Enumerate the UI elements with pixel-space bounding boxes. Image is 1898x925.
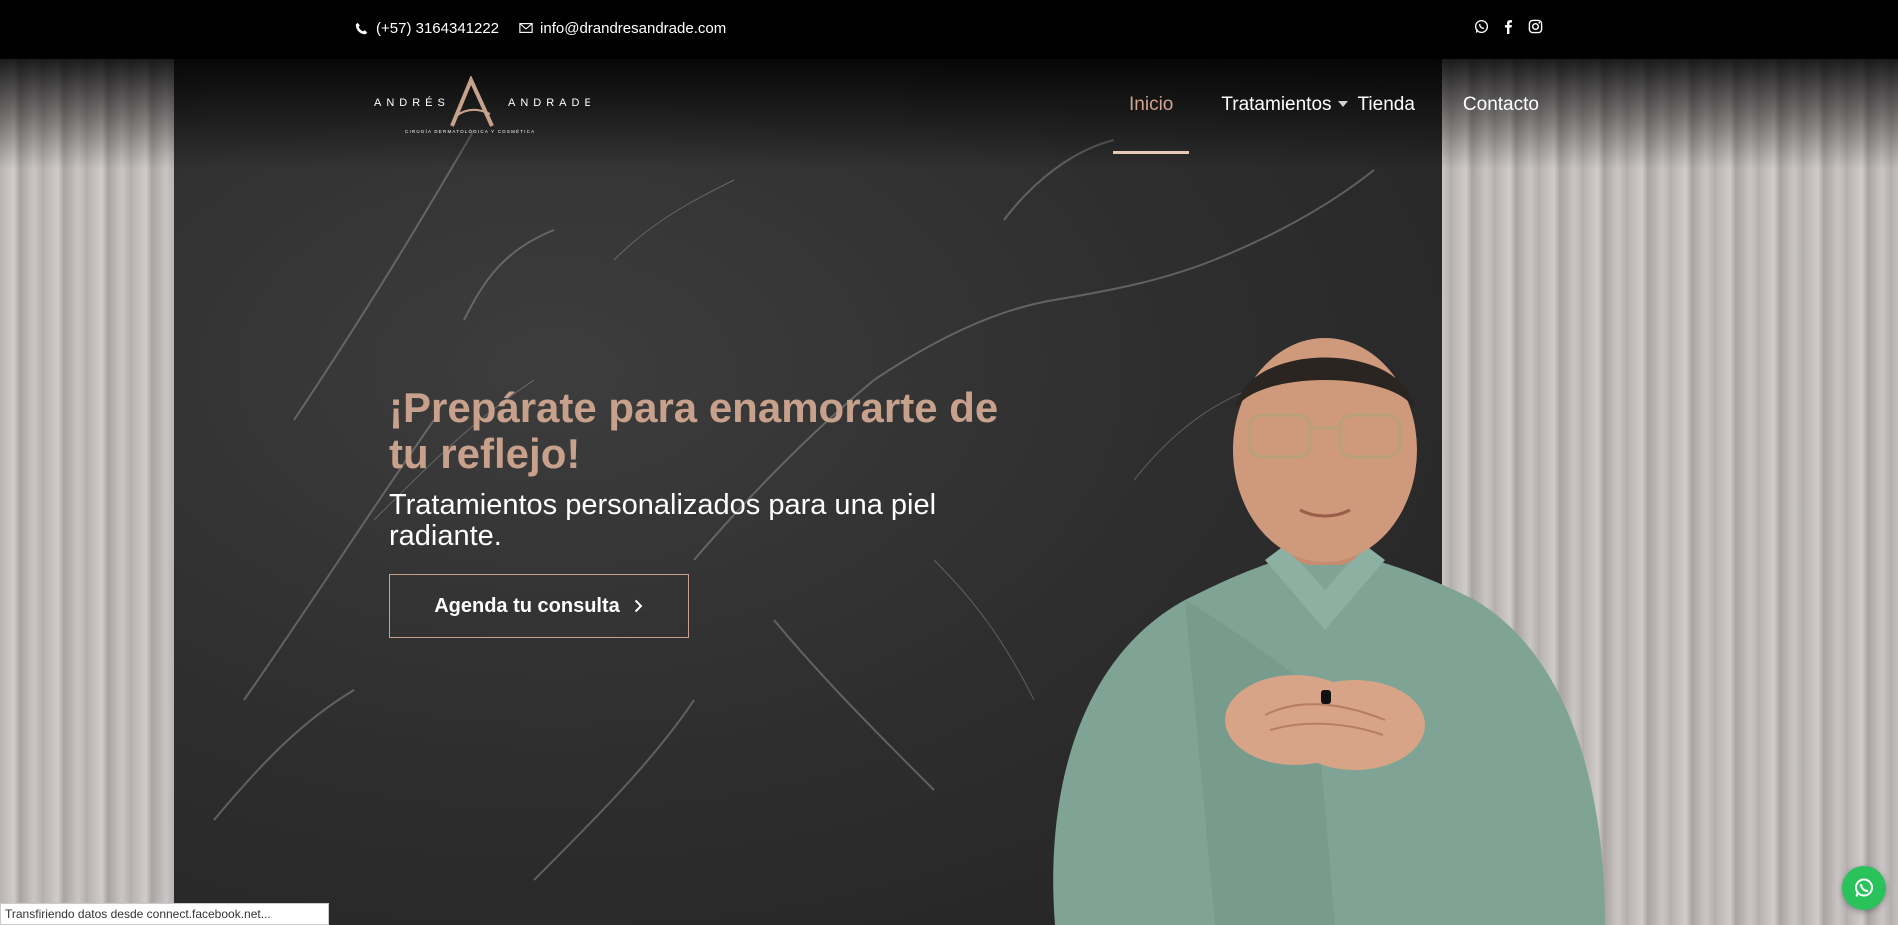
header-gradient (0, 59, 1898, 169)
browser-status-bar: Transfiriendo datos desde connect.facebo… (0, 903, 329, 925)
caret-down-icon (1337, 94, 1348, 114)
nav-item-tienda[interactable]: Tienda (1348, 90, 1431, 154)
mail-icon (519, 22, 533, 36)
site-logo[interactable]: ANDRÉS ANDRADE CIRUGÍA DERMATOLÓGICA Y C… (372, 74, 592, 136)
book-consultation-button[interactable]: Agenda tu consulta (389, 574, 689, 638)
nav-label: Contacto (1462, 94, 1539, 115)
social-links (1474, 19, 1543, 34)
whatsapp-icon (1852, 876, 1876, 900)
nav-label: Tratamientos (1221, 94, 1332, 115)
nav-item-contacto[interactable]: Contacto (1447, 90, 1555, 154)
cta-label: Agenda tu consulta (434, 594, 620, 617)
logo-first-name: ANDRÉS (374, 96, 450, 109)
email-address: info@drandresandrade.com (540, 20, 727, 37)
phone-link[interactable]: (+57) 3164341222 (355, 20, 499, 37)
doctor-portrait (1053, 338, 1605, 925)
facebook-icon[interactable] (1501, 19, 1516, 34)
hero-title: ¡Prepárate para enamorarte de tu reflejo… (389, 384, 999, 477)
whatsapp-chat-button[interactable] (1842, 866, 1886, 910)
logo-last-name: ANDRADE (508, 97, 590, 109)
logo-tagline: CIRUGÍA DERMATOLÓGICA Y COSMÉTICA (405, 128, 535, 134)
email-link[interactable]: info@drandresandrade.com (519, 20, 726, 37)
hero-subtitle: Tratamientos personalizados para una pie… (389, 489, 937, 552)
phone-number: (+57) 3164341222 (376, 20, 500, 37)
nav-label: Tienda (1357, 94, 1415, 115)
chevron-right-icon (634, 599, 644, 613)
instagram-icon[interactable] (1528, 19, 1543, 34)
top-bar: (+57) 3164341222 info@drandresandrade.co… (0, 0, 1898, 59)
main-nav: Inicio Tratamientos Tienda Contacto (1113, 90, 1571, 154)
nav-item-inicio[interactable]: Inicio (1113, 90, 1190, 154)
phone-icon (355, 22, 369, 36)
contact-info: (+57) 3164341222 info@drandresandrade.co… (355, 20, 740, 37)
nav-label: Inicio (1129, 94, 1174, 115)
status-text: Transfiriendo datos desde connect.facebo… (5, 907, 271, 921)
whatsapp-icon[interactable] (1474, 19, 1489, 34)
nav-item-tratamientos[interactable]: Tratamientos (1205, 90, 1348, 154)
